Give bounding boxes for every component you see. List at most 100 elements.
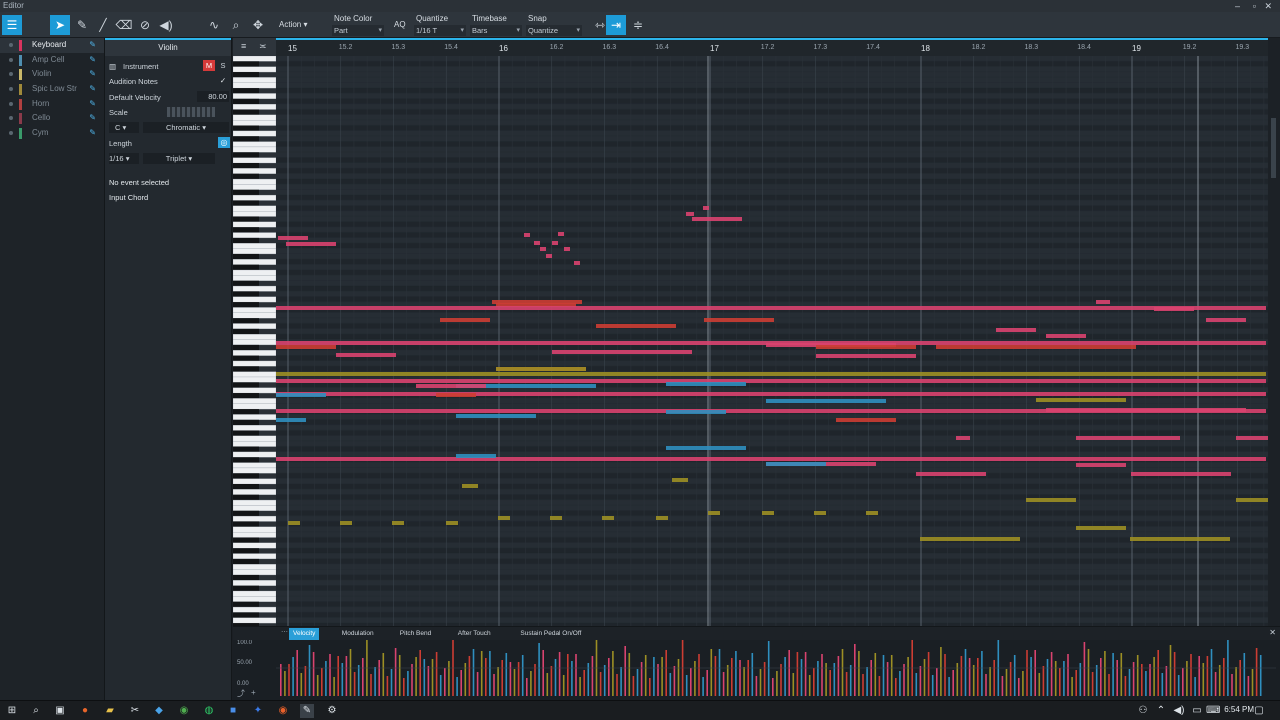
task-view-icon[interactable]: ▣	[53, 704, 67, 718]
people-icon[interactable]: ⚇	[1136, 704, 1150, 718]
velocity-bar	[821, 654, 823, 696]
timeline-ruler[interactable]: 15 15.2 15.3 15.4 16 16.2 16.3 16.4 17 17.2 17.3 17…	[276, 38, 1268, 56]
zoom-tool-icon[interactable]: ⌕	[226, 15, 246, 35]
piano-keys[interactable]	[232, 55, 277, 629]
steam-icon[interactable]: ◆	[152, 704, 166, 718]
lane-tab[interactable]: Sustain Pedal On/Off	[516, 628, 585, 640]
scale-root-select[interactable]: C ▾	[109, 122, 139, 133]
action-menu[interactable]: Action ▾	[279, 20, 307, 29]
timebase-select[interactable]: Bars	[470, 25, 522, 36]
length-mode-select[interactable]: Triplet ▾	[143, 153, 215, 164]
windows-start-icon[interactable]: ⊞	[5, 704, 19, 718]
search-icon[interactable]: ⌕	[29, 704, 43, 718]
note-color-select[interactable]: Part	[332, 25, 384, 36]
quantize-select[interactable]: 1/16 T	[414, 25, 466, 36]
mute-tool-icon[interactable]: ⊘	[135, 15, 155, 35]
network-icon[interactable]: ▭	[1190, 704, 1204, 718]
edit-pencil-icon[interactable]: ✎	[89, 53, 96, 68]
close-icon[interactable]: ✕	[1264, 0, 1272, 12]
black-key	[233, 393, 259, 399]
volume-icon[interactable]: ◀)	[1172, 704, 1186, 718]
mute-button[interactable]: M	[203, 60, 215, 71]
settings-icon[interactable]: ⚙	[325, 704, 339, 718]
track-item[interactable]: Cym ✎	[0, 126, 104, 141]
lane-menu-icon[interactable]: ⋯	[281, 628, 288, 636]
note-grid[interactable]	[276, 56, 1268, 626]
velocity-tool-icon[interactable]: ⤴	[237, 688, 245, 699]
track-dot[interactable]	[9, 116, 13, 121]
app-icon[interactable]: ✦	[251, 704, 265, 718]
scale-type-select[interactable]: Chromatic ▾	[143, 122, 229, 133]
pencil-tool-icon[interactable]: ✎	[72, 15, 92, 35]
track-item[interactable]: Horn ✎	[0, 97, 104, 112]
note-canvas[interactable]	[276, 56, 1268, 626]
scale-keyboard[interactable]	[167, 107, 215, 117]
track-dot[interactable]	[9, 101, 13, 106]
track-item[interactable]: Amp Cell ✎	[0, 53, 104, 68]
active-app-icon[interactable]: ✎	[300, 704, 314, 718]
velocity-field[interactable]: 80.00	[197, 91, 229, 102]
language-icon[interactable]: ⌨	[1206, 704, 1220, 718]
length-snap-icon[interactable]: ◎	[218, 137, 230, 148]
auto-scroll-icon[interactable]: ⇥	[606, 15, 626, 35]
lane-tab[interactable]: After Touch	[454, 628, 495, 640]
edit-pencil-icon[interactable]: ✎	[89, 111, 96, 126]
length-select[interactable]: 1/16 ▾	[109, 153, 139, 164]
list-icon[interactable]: ≡	[241, 41, 246, 51]
add-lane-icon[interactable]: +	[251, 688, 256, 697]
edit-pencil-icon[interactable]: ✎	[89, 82, 96, 97]
piano-keyboard[interactable]: ≡ ≍	[232, 38, 277, 629]
track-dot[interactable]	[9, 57, 13, 62]
lane-tab[interactable]: Velocity	[289, 628, 320, 640]
browser-icon[interactable]: ●	[78, 704, 92, 718]
menu-icon[interactable]: ☰	[2, 15, 22, 35]
vertical-scrollbar[interactable]	[1268, 38, 1280, 626]
tray-arrow-icon[interactable]: ⌃	[1154, 704, 1168, 718]
collapse-icon[interactable]: ≍	[259, 41, 267, 52]
store-icon[interactable]: ■	[226, 704, 240, 718]
track-item[interactable]: Violin ✎	[0, 67, 104, 82]
split-tool-icon[interactable]: ✥	[248, 15, 268, 35]
track-item[interactable]: Cello ✎	[0, 111, 104, 126]
velocity-bars[interactable]	[276, 640, 1276, 700]
track-dot[interactable]	[9, 87, 13, 92]
edit-pencil-icon[interactable]: ✎	[89, 97, 96, 112]
chrome-icon[interactable]: ◉	[177, 704, 191, 718]
snap-select[interactable]: Quantize	[526, 25, 582, 36]
aq-button[interactable]: AQ	[394, 20, 406, 29]
track-dot[interactable]	[9, 43, 13, 47]
lane-tab[interactable]: Modulation	[338, 628, 378, 640]
white-key	[232, 334, 277, 340]
maximize-icon[interactable]: ▫	[1253, 0, 1256, 12]
notification-icon[interactable]: ▢	[1252, 704, 1266, 718]
track-dot[interactable]	[9, 131, 13, 136]
track-dot[interactable]	[9, 72, 13, 77]
minimize-icon[interactable]: –	[1235, 0, 1240, 12]
velocity-bar	[571, 661, 573, 696]
velocity-lane[interactable]: 100.0 50.00 0.00 ⤴ +	[233, 640, 1280, 700]
close-lane-icon[interactable]: ✕	[1269, 628, 1276, 637]
solo-button[interactable]: S	[217, 60, 229, 71]
ruler-beat-label: 15.3	[391, 44, 406, 51]
input-chord-button[interactable]: Input Chord	[109, 193, 148, 202]
lane-tab[interactable]: Pitch Bend	[396, 628, 435, 640]
paint-tool-icon[interactable]: ╱	[93, 15, 113, 35]
eraser-tool-icon[interactable]: ⌫	[114, 15, 134, 35]
track-item[interactable]: Keyboard ✎	[0, 38, 104, 53]
expand-icon[interactable]: ≑	[628, 15, 648, 35]
listen-tool-icon[interactable]: ◀)	[156, 15, 176, 35]
spotify-icon[interactable]: ◍	[202, 704, 216, 718]
edit-pencil-icon[interactable]: ✎	[89, 67, 96, 82]
edit-pencil-icon[interactable]: ✎	[89, 38, 96, 53]
edit-pencil-icon[interactable]: ✎	[89, 126, 96, 141]
grid-row	[276, 612, 1268, 618]
arrow-tool-icon[interactable]: ➤	[50, 15, 70, 35]
snipping-icon[interactable]: ✂	[128, 704, 142, 718]
grid-row	[276, 243, 1268, 248]
track-item[interactable]: Spic Low Str ✎	[0, 82, 104, 97]
velocity-bar	[1124, 676, 1127, 696]
audition-checkbox[interactable]: ✓	[217, 75, 229, 86]
bend-tool-icon[interactable]: ∿	[204, 15, 224, 35]
folder-icon[interactable]: ▰	[103, 704, 117, 718]
studio-one-icon[interactable]: ◉	[276, 704, 290, 718]
